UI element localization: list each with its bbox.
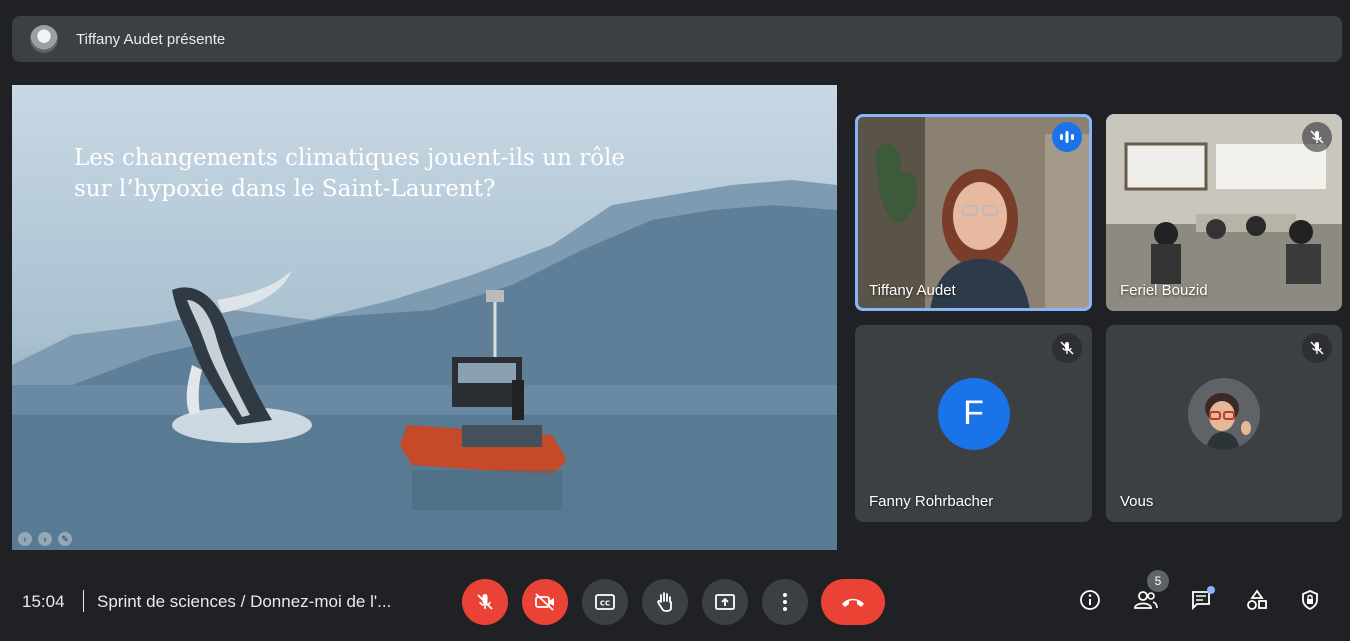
participant-name: Fanny Rohrbacher — [869, 493, 994, 510]
presenting-text: Tiffany Audet présente — [76, 30, 226, 48]
mic-off-icon — [1052, 333, 1082, 363]
participant-tile-tiffany[interactable]: Tiffany Audet — [855, 114, 1092, 311]
camera-toggle-button[interactable] — [522, 579, 568, 625]
raise-hand-button[interactable] — [642, 579, 688, 625]
participant-count-badge: 5 — [1147, 570, 1169, 592]
avatar — [1188, 377, 1260, 450]
presenter-avatar — [30, 25, 58, 53]
camera-off-icon — [535, 593, 554, 611]
hangup-icon — [842, 598, 864, 607]
slide-prev-icon[interactable]: ‹ — [18, 532, 32, 546]
speaking-indicator-icon — [1052, 122, 1082, 152]
people-icon — [1134, 591, 1158, 609]
more-icon — [783, 593, 787, 611]
mic-off-icon — [477, 594, 493, 610]
present-icon — [715, 594, 735, 610]
divider — [83, 590, 84, 612]
mic-off-icon — [1302, 122, 1332, 152]
raise-hand-icon — [657, 592, 672, 612]
leave-call-button[interactable] — [821, 579, 885, 625]
present-button[interactable] — [702, 579, 748, 625]
meeting-clock: 15:04 — [22, 592, 65, 611]
participant-name: Tiffany Audet — [869, 282, 956, 299]
avatar: F — [937, 377, 1010, 450]
slide-title-line-1: Les changements climatiques jouent-ils u… — [74, 145, 625, 171]
presentation-slide[interactable]: Les changements climatiques jouent-ils u… — [12, 85, 837, 550]
captions-button[interactable]: CC — [582, 579, 628, 625]
activities-icon — [1247, 589, 1267, 610]
participant-tile-fanny[interactable]: F Fanny Rohrbacher — [855, 325, 1092, 522]
slide-controls: ‹ › ✎ — [18, 532, 72, 546]
slide-title-line-2: sur l’hypoxie dans le Saint-Laurent? — [74, 176, 496, 202]
participant-name: Vous — [1120, 493, 1154, 510]
participant-tile-self[interactable]: Vous — [1106, 325, 1342, 522]
captions-icon: CC — [595, 594, 615, 610]
activities-button[interactable] — [1240, 583, 1274, 617]
mic-toggle-button[interactable] — [462, 579, 508, 625]
meeting-title: Sprint de sciences / Donnez-moi de l'... — [97, 592, 392, 611]
participant-name: Feriel Bouzid — [1120, 282, 1208, 299]
more-options-button[interactable] — [762, 579, 808, 625]
slide-pen-icon[interactable]: ✎ — [58, 532, 72, 546]
info-icon — [1080, 590, 1100, 610]
chat-unread-dot — [1207, 586, 1215, 594]
presenting-banner: Tiffany Audet présente — [12, 16, 1342, 62]
host-controls-icon — [1302, 590, 1318, 611]
meeting-controls-bar: 15:04 Sprint de sciences / Donnez-moi de… — [0, 570, 1350, 631]
participant-tile-feriel[interactable]: Feriel Bouzid — [1106, 114, 1342, 311]
svg-text:CC: CC — [600, 600, 610, 608]
slide-next-icon[interactable]: › — [38, 532, 52, 546]
host-controls-button[interactable] — [1293, 583, 1327, 617]
meeting-details-button[interactable] — [1073, 583, 1107, 617]
slide-title: Les changements climatiques jouent-ils u… — [74, 143, 714, 205]
mic-off-icon — [1302, 333, 1332, 363]
